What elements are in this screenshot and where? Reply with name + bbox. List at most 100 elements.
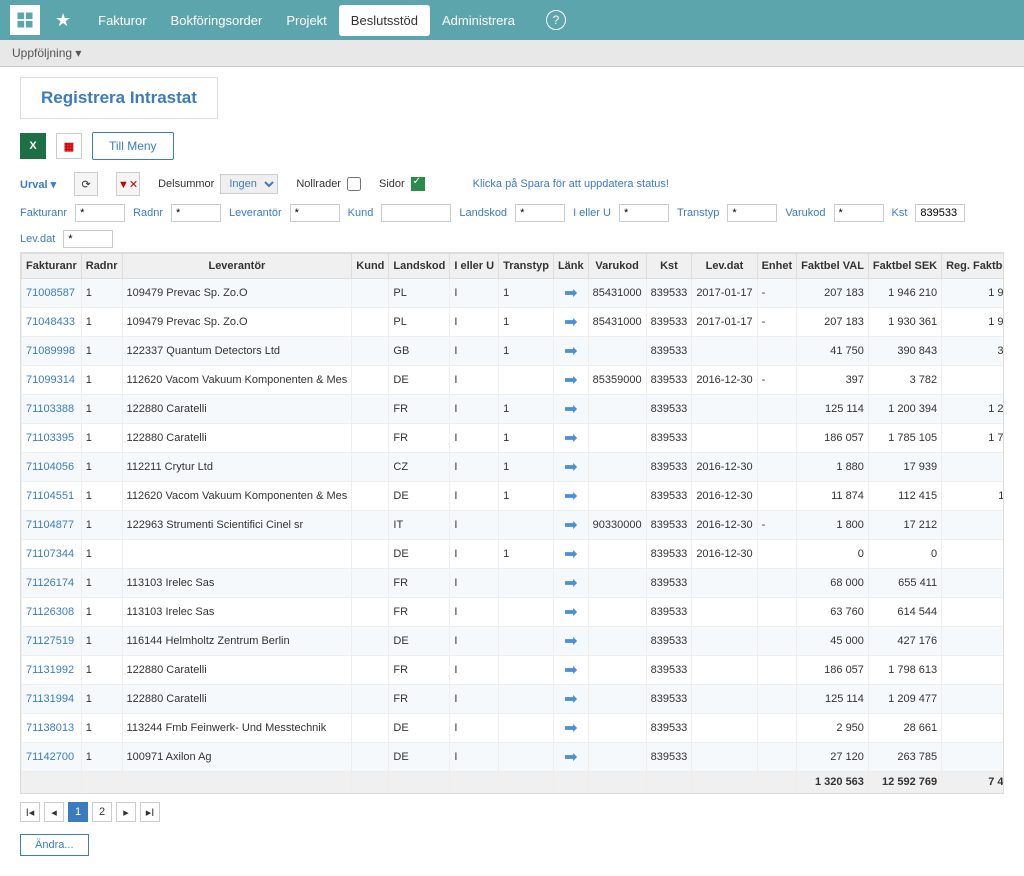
export-pdf-icon[interactable]: ▦ — [56, 133, 82, 159]
sub-dropdown[interactable]: Uppföljning ▾ — [12, 46, 81, 60]
fakturanr-link[interactable]: 71089998 — [22, 337, 82, 366]
col-header[interactable]: Länk — [553, 254, 588, 279]
col-header[interactable]: Varukod — [588, 254, 646, 279]
cell: 45 000 — [797, 627, 869, 656]
filter-input-0[interactable] — [75, 204, 125, 222]
nav-fakturor[interactable]: Fakturor — [86, 5, 158, 36]
star-icon[interactable]: ★ — [55, 10, 71, 31]
fakturanr-link[interactable]: 71104056 — [22, 453, 82, 482]
fakturanr-link[interactable]: 71126308 — [22, 598, 82, 627]
link-arrow-icon[interactable]: ➡ — [553, 308, 588, 337]
col-header[interactable]: Fakturanr — [22, 254, 82, 279]
link-arrow-icon[interactable]: ➡ — [553, 656, 588, 685]
fakturanr-link[interactable]: 71126174 — [22, 569, 82, 598]
col-header[interactable]: Kst — [646, 254, 692, 279]
col-header[interactable]: Lev.dat — [692, 254, 757, 279]
urval-dropdown[interactable]: Urval ▾ — [20, 178, 56, 191]
cell: FR — [389, 424, 450, 453]
filter-input-3[interactable] — [381, 204, 451, 222]
col-header[interactable]: Transtyp — [499, 254, 554, 279]
fakturanr-link[interactable]: 71048433 — [22, 308, 82, 337]
link-arrow-icon[interactable]: ➡ — [553, 453, 588, 482]
col-header[interactable]: Radnr — [81, 254, 122, 279]
fakturanr-link[interactable]: 71131992 — [22, 656, 82, 685]
fakturanr-link[interactable]: 71142700 — [22, 743, 82, 772]
pager-last-icon[interactable]: ▸I — [140, 802, 160, 822]
fakturanr-link[interactable]: 71131994 — [22, 685, 82, 714]
fakturanr-link[interactable]: 71107344 — [22, 540, 82, 569]
clear-filter-icon[interactable]: ▼✕ — [116, 172, 140, 196]
link-arrow-icon[interactable]: ➡ — [553, 337, 588, 366]
cell: 1 800 — [797, 511, 869, 540]
fakturanr-link[interactable]: 71104877 — [22, 511, 82, 540]
link-arrow-icon[interactable]: ➡ — [553, 598, 588, 627]
pager-next-icon[interactable]: ▸ — [116, 802, 136, 822]
link-arrow-icon[interactable]: ➡ — [553, 743, 588, 772]
fakturanr-link[interactable]: 71138013 — [22, 714, 82, 743]
cell — [499, 743, 554, 772]
app-logo[interactable] — [10, 5, 40, 35]
cell: 839533 — [646, 743, 692, 772]
filter-input-1[interactable] — [171, 204, 221, 222]
pager-first-icon[interactable]: I◂ — [20, 802, 40, 822]
pager-page-1[interactable]: 1 — [68, 802, 88, 822]
filter-input-2[interactable] — [290, 204, 340, 222]
menu-button[interactable]: Till Meny — [92, 132, 174, 160]
nollrader-checkbox[interactable] — [347, 177, 361, 191]
fakturanr-link[interactable]: 71103388 — [22, 395, 82, 424]
cell: 839533 — [646, 308, 692, 337]
link-arrow-icon[interactable]: ➡ — [553, 482, 588, 511]
link-arrow-icon[interactable]: ➡ — [553, 627, 588, 656]
col-header[interactable]: Kund — [352, 254, 389, 279]
filter-input-5[interactable] — [619, 204, 669, 222]
refresh-icon[interactable]: ⟳ — [74, 172, 98, 196]
link-arrow-icon[interactable]: ➡ — [553, 366, 588, 395]
link-arrow-icon[interactable]: ➡ — [553, 540, 588, 569]
nav-beslutsstöd[interactable]: Beslutsstöd — [339, 5, 430, 36]
cell: 2 950 — [797, 714, 869, 743]
link-arrow-icon[interactable]: ➡ — [553, 279, 588, 308]
cell: DE — [389, 482, 450, 511]
col-header[interactable]: Leverantör — [122, 254, 352, 279]
link-arrow-icon[interactable]: ➡ — [553, 395, 588, 424]
cell — [757, 337, 797, 366]
delsummor-select[interactable]: Ingen — [220, 174, 278, 194]
col-header[interactable]: I eller U — [450, 254, 499, 279]
export-excel-icon[interactable]: X — [20, 133, 46, 159]
nav-projekt[interactable]: Projekt — [274, 5, 338, 36]
col-header[interactable]: Reg. Faktbel SEK — [942, 254, 1004, 279]
cell: 0 — [942, 656, 1004, 685]
filter-input-6[interactable] — [727, 204, 777, 222]
filter-input-9[interactable] — [63, 230, 113, 248]
fakturanr-link[interactable]: 71127519 — [22, 627, 82, 656]
help-icon[interactable]: ? — [546, 10, 566, 30]
cell — [757, 714, 797, 743]
link-arrow-icon[interactable]: ➡ — [553, 424, 588, 453]
pager-page-2[interactable]: 2 — [92, 802, 112, 822]
col-header[interactable]: Faktbel VAL — [797, 254, 869, 279]
fakturanr-link[interactable]: 71099314 — [22, 366, 82, 395]
filter-input-8[interactable] — [915, 204, 965, 222]
filter-input-4[interactable] — [515, 204, 565, 222]
col-header[interactable]: Enhet — [757, 254, 797, 279]
sidor-checkbox[interactable] — [411, 177, 425, 191]
cell: 839533 — [646, 714, 692, 743]
andra-button[interactable]: Ändra... — [20, 834, 89, 856]
link-arrow-icon[interactable]: ➡ — [553, 714, 588, 743]
cell: 839533 — [646, 569, 692, 598]
link-arrow-icon[interactable]: ➡ — [553, 685, 588, 714]
link-arrow-icon[interactable]: ➡ — [553, 511, 588, 540]
col-header[interactable]: Landskod — [389, 254, 450, 279]
link-arrow-icon[interactable]: ➡ — [553, 569, 588, 598]
nav-administrera[interactable]: Administrera — [430, 5, 527, 36]
filter-input-7[interactable] — [834, 204, 884, 222]
fakturanr-link[interactable]: 71103395 — [22, 424, 82, 453]
pager-prev-icon[interactable]: ◂ — [44, 802, 64, 822]
nav-bokföringsorder[interactable]: Bokföringsorder — [159, 5, 275, 36]
col-header[interactable]: Faktbel SEK — [868, 254, 941, 279]
cell: CZ — [389, 453, 450, 482]
fakturanr-link[interactable]: 71008587 — [22, 279, 82, 308]
cell: 2016-12-30 — [692, 511, 757, 540]
cell — [588, 714, 646, 743]
fakturanr-link[interactable]: 71104551 — [22, 482, 82, 511]
